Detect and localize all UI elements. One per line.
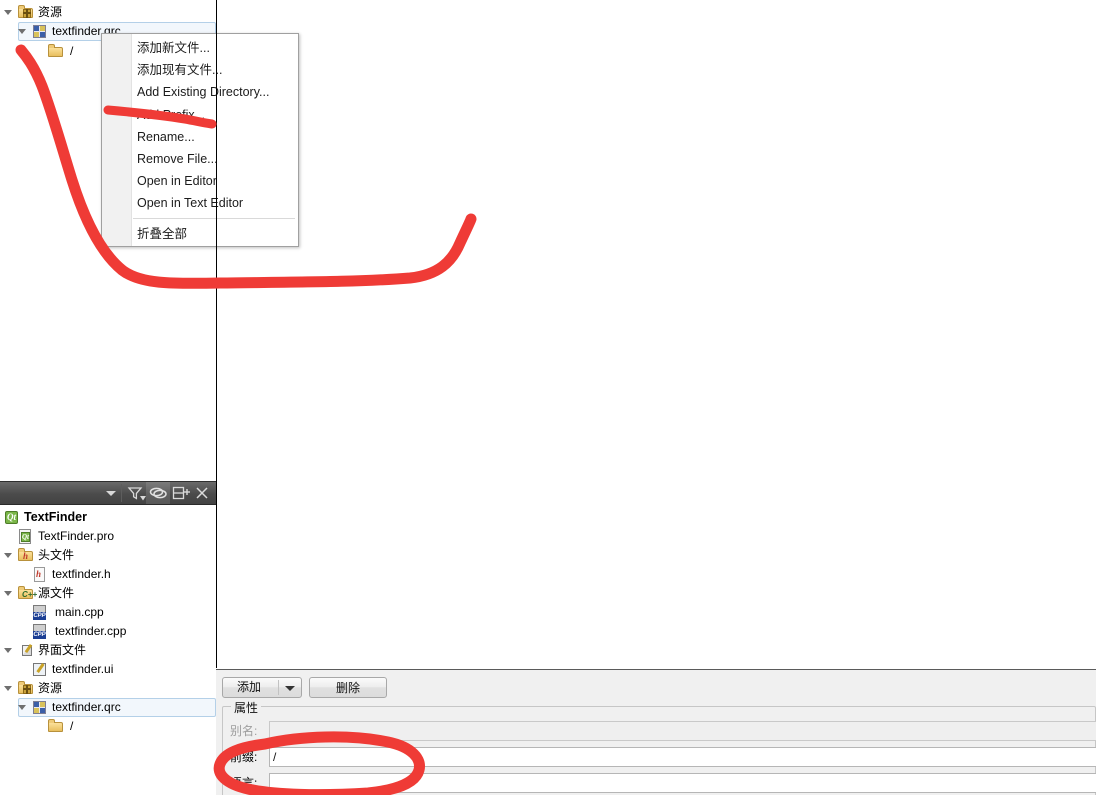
chevron-down-icon[interactable] [106, 491, 116, 496]
menu-item-add-prefix[interactable]: Add Prefix... [103, 104, 297, 126]
pro-file-icon: Qt [18, 529, 34, 545]
folder-icon [48, 44, 64, 60]
project-tree-label: textfinder.h [52, 567, 111, 581]
qrc-file-icon [32, 700, 48, 716]
folder-icon [48, 719, 64, 735]
remove-button[interactable]: 删除 [309, 677, 387, 698]
link-with-editor-icon[interactable] [146, 482, 170, 504]
h-file-icon: h [32, 567, 48, 583]
expand-arrow-icon[interactable] [18, 698, 27, 717]
expand-arrow-icon[interactable] [4, 546, 13, 565]
alias-label: 别名: [230, 724, 258, 738]
resource-tree-label: / [70, 44, 74, 58]
menu-item-remove-file[interactable]: Remove File... [103, 148, 297, 170]
resource-folder-icon [18, 5, 34, 21]
filter-icon[interactable] [124, 482, 148, 504]
resource-tree-row[interactable]: 资源 [0, 3, 216, 22]
project-tree-row-textfinder-qrc[interactable]: textfinder.qrc [0, 698, 216, 717]
expand-arrow-icon[interactable] [4, 584, 13, 603]
project-tree-label: 头文件 [38, 548, 75, 562]
close-icon[interactable] [191, 482, 215, 504]
project-tree-row-textfinder-h[interactable]: h textfinder.h [0, 565, 216, 584]
menu-item-rename[interactable]: Rename... [103, 126, 297, 148]
expand-arrow-icon[interactable] [18, 22, 27, 41]
project-tree-label: TextFinder.pro [38, 529, 115, 543]
project-tree-label: / [70, 719, 74, 733]
cpp-file-icon: CPP [32, 624, 48, 640]
chevron-down-icon[interactable] [285, 686, 295, 691]
project-tree-label: main.cpp [55, 605, 104, 619]
project-tree-label: 界面文件 [38, 643, 87, 657]
prefix-field[interactable]: / [269, 747, 1096, 767]
language-field[interactable] [269, 773, 1096, 793]
forms-folder-icon [18, 643, 34, 659]
project-tree-label: TextFinder [24, 510, 87, 524]
expand-arrow-icon[interactable] [4, 679, 13, 698]
qrc-file-icon [32, 24, 48, 40]
menu-item-add-existing-directory[interactable]: Add Existing Directory... [103, 81, 297, 103]
menu-item-add-existing-files[interactable]: 添加现有文件... [103, 59, 297, 81]
project-tree-row-headers[interactable]: h 头文件 [0, 546, 216, 565]
headers-folder-icon: h [18, 548, 34, 564]
project-pane-toolbar[interactable] [0, 481, 216, 505]
project-tree-row-pro[interactable]: Qt TextFinder.pro [0, 527, 216, 546]
expand-arrow-icon[interactable] [4, 641, 13, 660]
menu-item-collapse-all[interactable]: 折叠全部 [103, 223, 297, 245]
ui-file-icon [32, 662, 48, 678]
language-label: 语言: [230, 776, 258, 790]
sources-folder-icon: C++ [18, 586, 37, 602]
project-tree-label: 资源 [38, 681, 63, 695]
alias-field[interactable] [269, 721, 1096, 741]
menu-item-open-in-text-editor[interactable]: Open in Text Editor [103, 192, 297, 214]
expand-arrow-icon[interactable] [4, 3, 13, 22]
project-tree-label: textfinder.qrc [52, 700, 121, 714]
cpp-file-icon: CPP [32, 605, 48, 621]
project-tree-label: 源文件 [38, 586, 75, 600]
project-tree-row-textfinder-ui[interactable]: textfinder.ui [0, 660, 216, 679]
prefix-label: 前缀: [230, 750, 258, 764]
project-tree-row-prefix-root[interactable]: / [0, 717, 216, 736]
project-tree-row-forms[interactable]: 界面文件 [0, 641, 216, 660]
context-menu[interactable]: 添加新文件... 添加现有文件... Add Existing Director… [101, 33, 299, 247]
split-view-icon[interactable] [169, 482, 193, 504]
project-tree-pane[interactable]: Qt TextFinder Qt TextFinder.pro h 头文件 h … [0, 505, 216, 795]
project-tree-row-textfinder-cpp[interactable]: CPP textfinder.cpp [0, 622, 216, 641]
menu-separator [133, 218, 295, 219]
project-tree-label: textfinder.cpp [55, 624, 127, 638]
editor-splitter [216, 0, 217, 668]
menu-item-add-new-file[interactable]: 添加新文件... [103, 37, 297, 59]
resource-folder-icon [18, 681, 34, 697]
add-button[interactable]: 添加 [222, 677, 302, 698]
resource-editor-area[interactable] [217, 0, 1096, 668]
project-tree-row-resources[interactable]: 资源 [0, 679, 216, 698]
project-tree-row-textfinder[interactable]: Qt TextFinder [0, 508, 216, 527]
qt-project-icon: Qt [4, 510, 20, 526]
resource-properties-panel[interactable]: 添加 删除 属性 别名: 前缀: / 语言: [216, 669, 1096, 795]
project-tree-row-main-cpp[interactable]: CPP main.cpp [0, 603, 216, 622]
resource-tree-label: 资源 [38, 5, 63, 19]
project-tree-row-sources[interactable]: C++ 源文件 [0, 584, 216, 603]
properties-groupbox-title: 属性 [231, 699, 262, 716]
add-button-label: 添加 [237, 680, 262, 694]
project-tree-label: textfinder.ui [52, 662, 114, 676]
qt-creator-window: 资源 textfinder.qrc / 添加新文件... 添加现有文件... A… [0, 0, 1096, 795]
menu-item-open-in-editor[interactable]: Open in Editor [103, 170, 297, 192]
